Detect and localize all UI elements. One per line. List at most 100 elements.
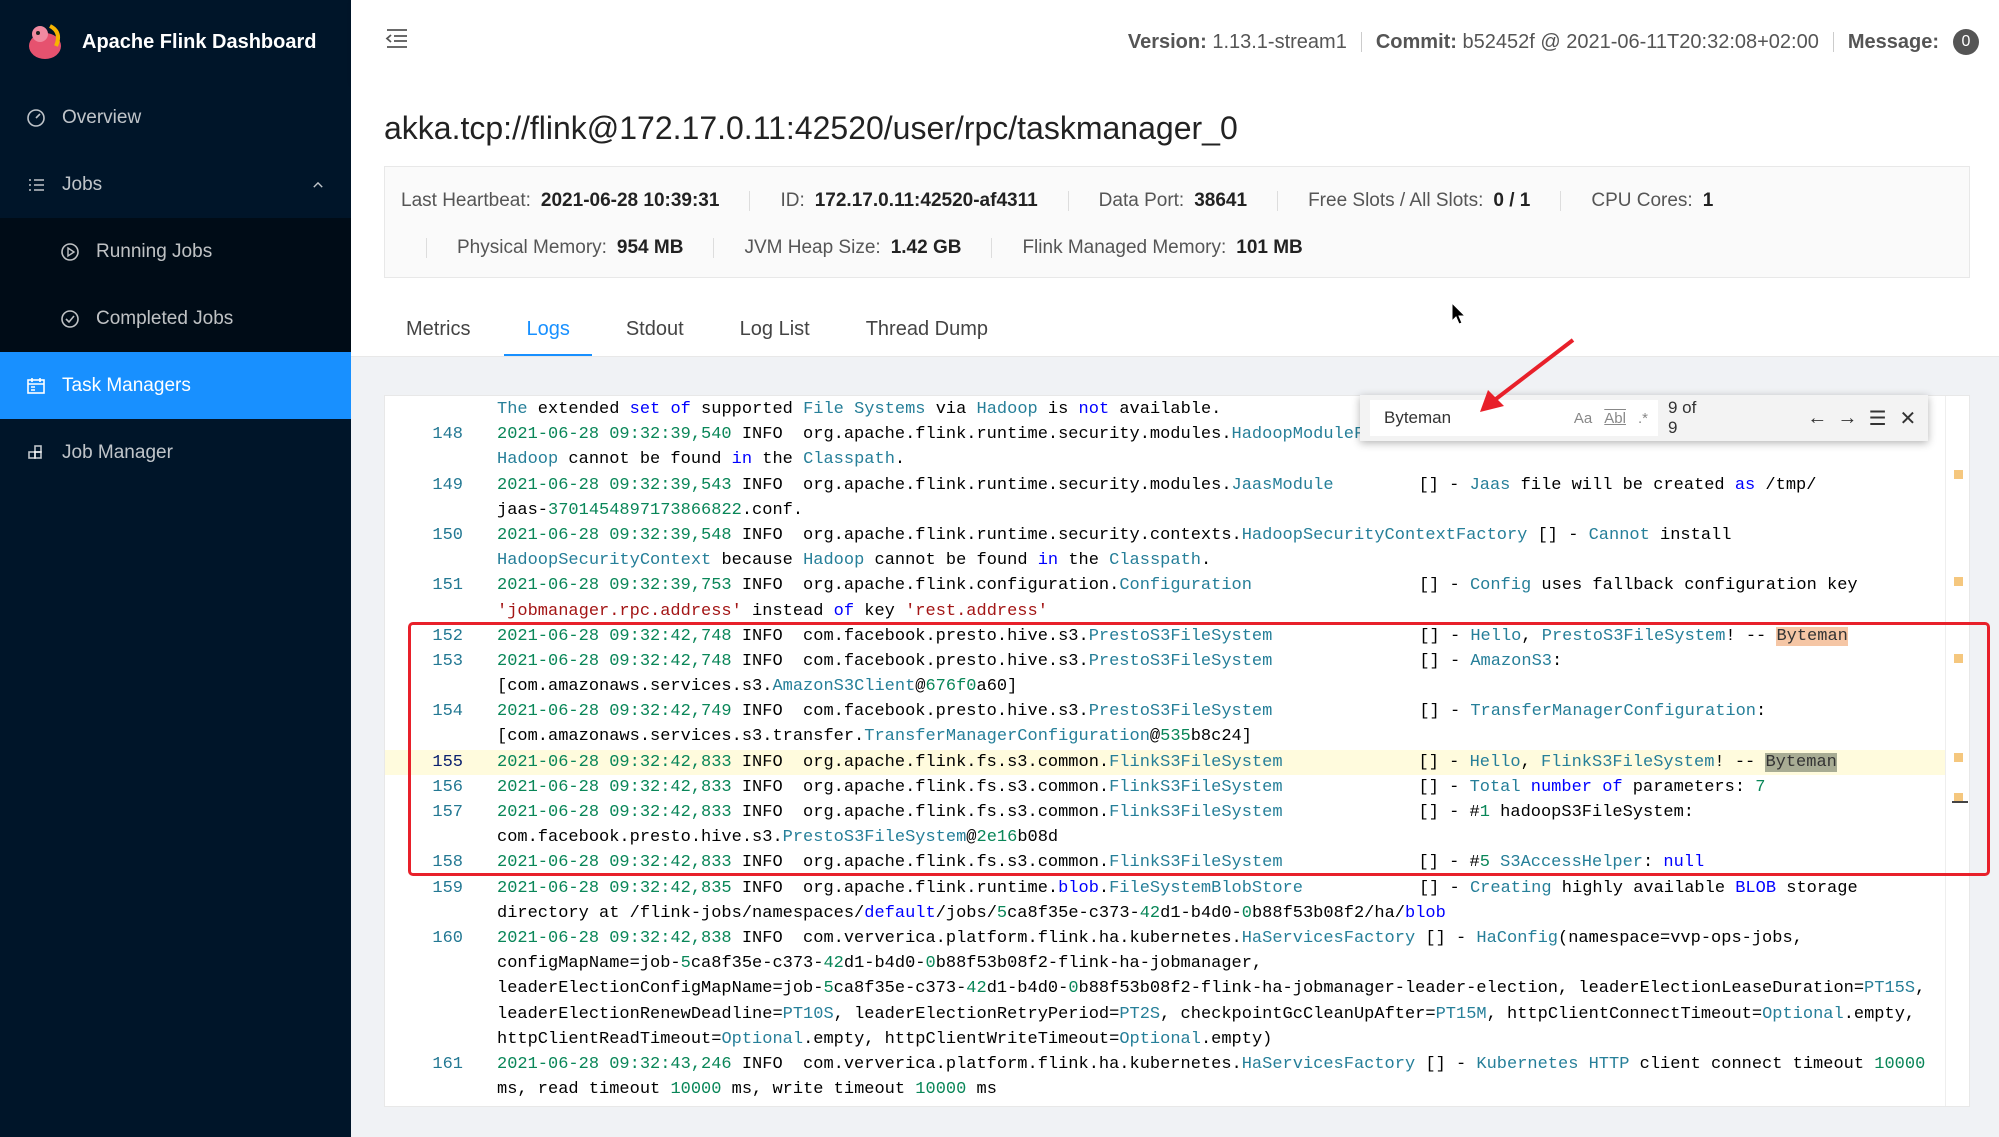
log-token: 42 bbox=[966, 979, 987, 999]
log-text: 2021-06-28 09:32:42,833 INFO org.apache.… bbox=[497, 800, 1694, 825]
sidebar-item-running-jobs[interactable]: Running Jobs bbox=[0, 218, 351, 285]
find-widget: Byteman Aa Abl .* 9 of 9 ← → ☰ ✕ bbox=[1360, 395, 1928, 441]
tab-logs[interactable]: Logs bbox=[504, 306, 592, 357]
app-logo[interactable]: Apache Flink Dashboard bbox=[0, 0, 351, 84]
log-token: 'jobmanager.rpc.address' bbox=[497, 601, 742, 621]
search-match: Byteman bbox=[1765, 752, 1837, 772]
tab-stdout[interactable]: Stdout bbox=[604, 306, 706, 357]
info-value: 172.17.0.11:42520-af4311 bbox=[814, 189, 1038, 211]
log-token: [] - bbox=[1418, 878, 1470, 898]
version-value: 1.13.1-stream1 bbox=[1212, 30, 1347, 53]
log-token bbox=[1592, 778, 1602, 797]
log-source: 2021-06-28 09:32:42,838 INFO com.ververi… bbox=[497, 926, 1803, 951]
log-token: 7 bbox=[1755, 777, 1766, 797]
log-token: Classpath bbox=[803, 450, 895, 470]
log-line: 160 2021-06-28 09:32:42,838 INFO com.verv… bbox=[385, 926, 1945, 951]
message-label[interactable]: Message: bbox=[1848, 31, 1939, 54]
play-circle-icon bbox=[61, 242, 79, 261]
log-token: PrestoS3FileSystem bbox=[1541, 626, 1726, 646]
log-text: com.facebook.presto.hive.s3.PrestoS3File… bbox=[497, 825, 1058, 850]
log-token: FlinkS3FileSystem bbox=[1109, 853, 1283, 873]
log-token: 535 bbox=[1160, 727, 1191, 747]
log-line: Hadoop cannot be found in the Classpath. bbox=[385, 447, 1945, 472]
log-source: 2021-06-28 09:32:39,548 INFO org.apache.… bbox=[497, 523, 1731, 548]
log-token: INFO com.facebook.presto.hive.s3. bbox=[731, 626, 1089, 646]
log-viewer[interactable]: The extended set of supported File Syste… bbox=[384, 395, 1970, 1107]
log-token: 42 bbox=[1139, 903, 1161, 923]
whole-word-toggle[interactable]: Abl bbox=[1604, 410, 1626, 427]
scrollbar-overview-ruler[interactable] bbox=[1945, 396, 1969, 1106]
tab-metrics[interactable]: Metrics bbox=[384, 306, 492, 357]
line-number: 150 bbox=[432, 525, 463, 545]
line-number bbox=[385, 548, 463, 573]
log-source: httpClientReadTimeout=Optional.empty, ht… bbox=[497, 1027, 1272, 1052]
log-text: [com.amazonaws.services.s3.transfer.Tran… bbox=[497, 724, 1252, 749]
log-token: cannot be found bbox=[864, 551, 1038, 571]
log-token: leaderElectionRenewDeadline= bbox=[497, 1004, 783, 1024]
log-token: install bbox=[1649, 525, 1732, 545]
divider bbox=[991, 237, 993, 258]
log-source: jaas-3701454897173866822.conf. bbox=[497, 498, 803, 523]
log-line: 157 2021-06-28 09:32:42,833 INFO org.apac… bbox=[385, 800, 1945, 825]
divider bbox=[749, 190, 751, 211]
sidebar-item-task-managers[interactable]: Task Managers bbox=[0, 352, 351, 419]
tab-log-list[interactable]: Log List bbox=[718, 306, 832, 357]
line-number bbox=[385, 599, 463, 624]
log-source: 2021-06-28 09:32:42,833 INFO org.apache.… bbox=[497, 800, 1283, 825]
log-token: 10000 bbox=[670, 1080, 722, 1100]
line-number bbox=[385, 1077, 463, 1102]
log-line: 153 2021-06-28 09:32:42,748 INFO com.face… bbox=[385, 649, 1945, 674]
sidebar-item-jobs[interactable]: Jobs bbox=[0, 151, 351, 218]
tab-thread-dump[interactable]: Thread Dump bbox=[844, 306, 1010, 357]
log-token: .empty, httpClientWriteTimeout= bbox=[803, 1029, 1120, 1049]
info-label: JVM Heap Size: bbox=[744, 236, 881, 258]
previous-match-arrow-icon[interactable]: ← bbox=[1807, 407, 1827, 430]
log-line: configMapName=job-5ca8f35e-c373-42d1-b4d… bbox=[385, 951, 1945, 976]
log-token: b88f53b08f2-flink-ha-jobmanager, bbox=[935, 954, 1263, 974]
log-token: leaderElectionConfigMapName=job- bbox=[497, 979, 824, 999]
log-source: [com.amazonaws.services.s3.transfer.Tran… bbox=[497, 724, 1252, 749]
log-token: of bbox=[1602, 777, 1623, 797]
log-token: . bbox=[1098, 878, 1110, 898]
log-token: , bbox=[1521, 626, 1542, 646]
log-token: null bbox=[1663, 853, 1705, 873]
sidebar-item-overview[interactable]: Overview bbox=[0, 84, 351, 151]
log-token: FlinkS3FileSystem bbox=[1540, 752, 1715, 772]
log-token: ms bbox=[966, 1080, 997, 1100]
info-value: 2021-06-28 10:39:31 bbox=[540, 189, 720, 211]
info-value: 1.42 GB bbox=[890, 236, 962, 258]
log-text: 2021-06-28 09:32:42,748 INFO com.faceboo… bbox=[497, 624, 1848, 649]
log-message: [] - Hello, FlinkS3FileSystem! -- Bytema… bbox=[1419, 750, 1837, 775]
sidebar-item-job-manager[interactable]: Job Manager bbox=[0, 419, 351, 486]
log-token: a60] bbox=[976, 677, 1018, 697]
log-token: is bbox=[1037, 400, 1079, 419]
log-token: of bbox=[670, 400, 691, 419]
match-marker bbox=[1954, 753, 1963, 762]
info-label: ID: bbox=[780, 189, 805, 211]
menu-fold-icon[interactable] bbox=[385, 26, 409, 50]
log-token: File Systems bbox=[803, 400, 926, 419]
log-token: , checkpointGcCleanUpAfter= bbox=[1160, 1004, 1436, 1024]
log-token: PT15M bbox=[1435, 1004, 1487, 1024]
next-match-arrow-icon[interactable]: → bbox=[1837, 407, 1857, 430]
log-text: ms, read timeout 10000 ms, write timeout… bbox=[497, 1077, 997, 1102]
log-token: 2021-06-28 09:32:43,246 bbox=[497, 1054, 732, 1074]
log-token: d1-b4d0- bbox=[986, 979, 1069, 999]
regex-toggle[interactable]: .* bbox=[1638, 410, 1648, 427]
log-line: ms, read timeout 10000 ms, write timeout… bbox=[385, 1077, 1945, 1102]
log-message: [] - Config uses fallback configuration … bbox=[1419, 573, 1858, 598]
log-token: storage bbox=[1776, 878, 1858, 898]
log-token: HaConfig bbox=[1476, 928, 1559, 948]
find-in-selection-icon[interactable]: ☰ bbox=[1868, 406, 1888, 431]
log-text: 2021-06-28 09:32:42,838 INFO com.ververi… bbox=[497, 926, 1803, 951]
line-number bbox=[385, 1002, 463, 1027]
divider bbox=[1560, 190, 1562, 211]
message-count-badge[interactable]: 0 bbox=[1953, 29, 1979, 55]
log-message: [] - #1 hadoopS3FileSystem: bbox=[1419, 800, 1694, 825]
log-token: [] - bbox=[1418, 576, 1470, 596]
sidebar-item-completed-jobs[interactable]: Completed Jobs bbox=[0, 285, 351, 352]
log-token: the bbox=[1058, 551, 1110, 571]
divider bbox=[1360, 32, 1362, 52]
close-icon[interactable]: ✕ bbox=[1898, 406, 1918, 431]
log-token: ms, read timeout bbox=[497, 1080, 671, 1100]
